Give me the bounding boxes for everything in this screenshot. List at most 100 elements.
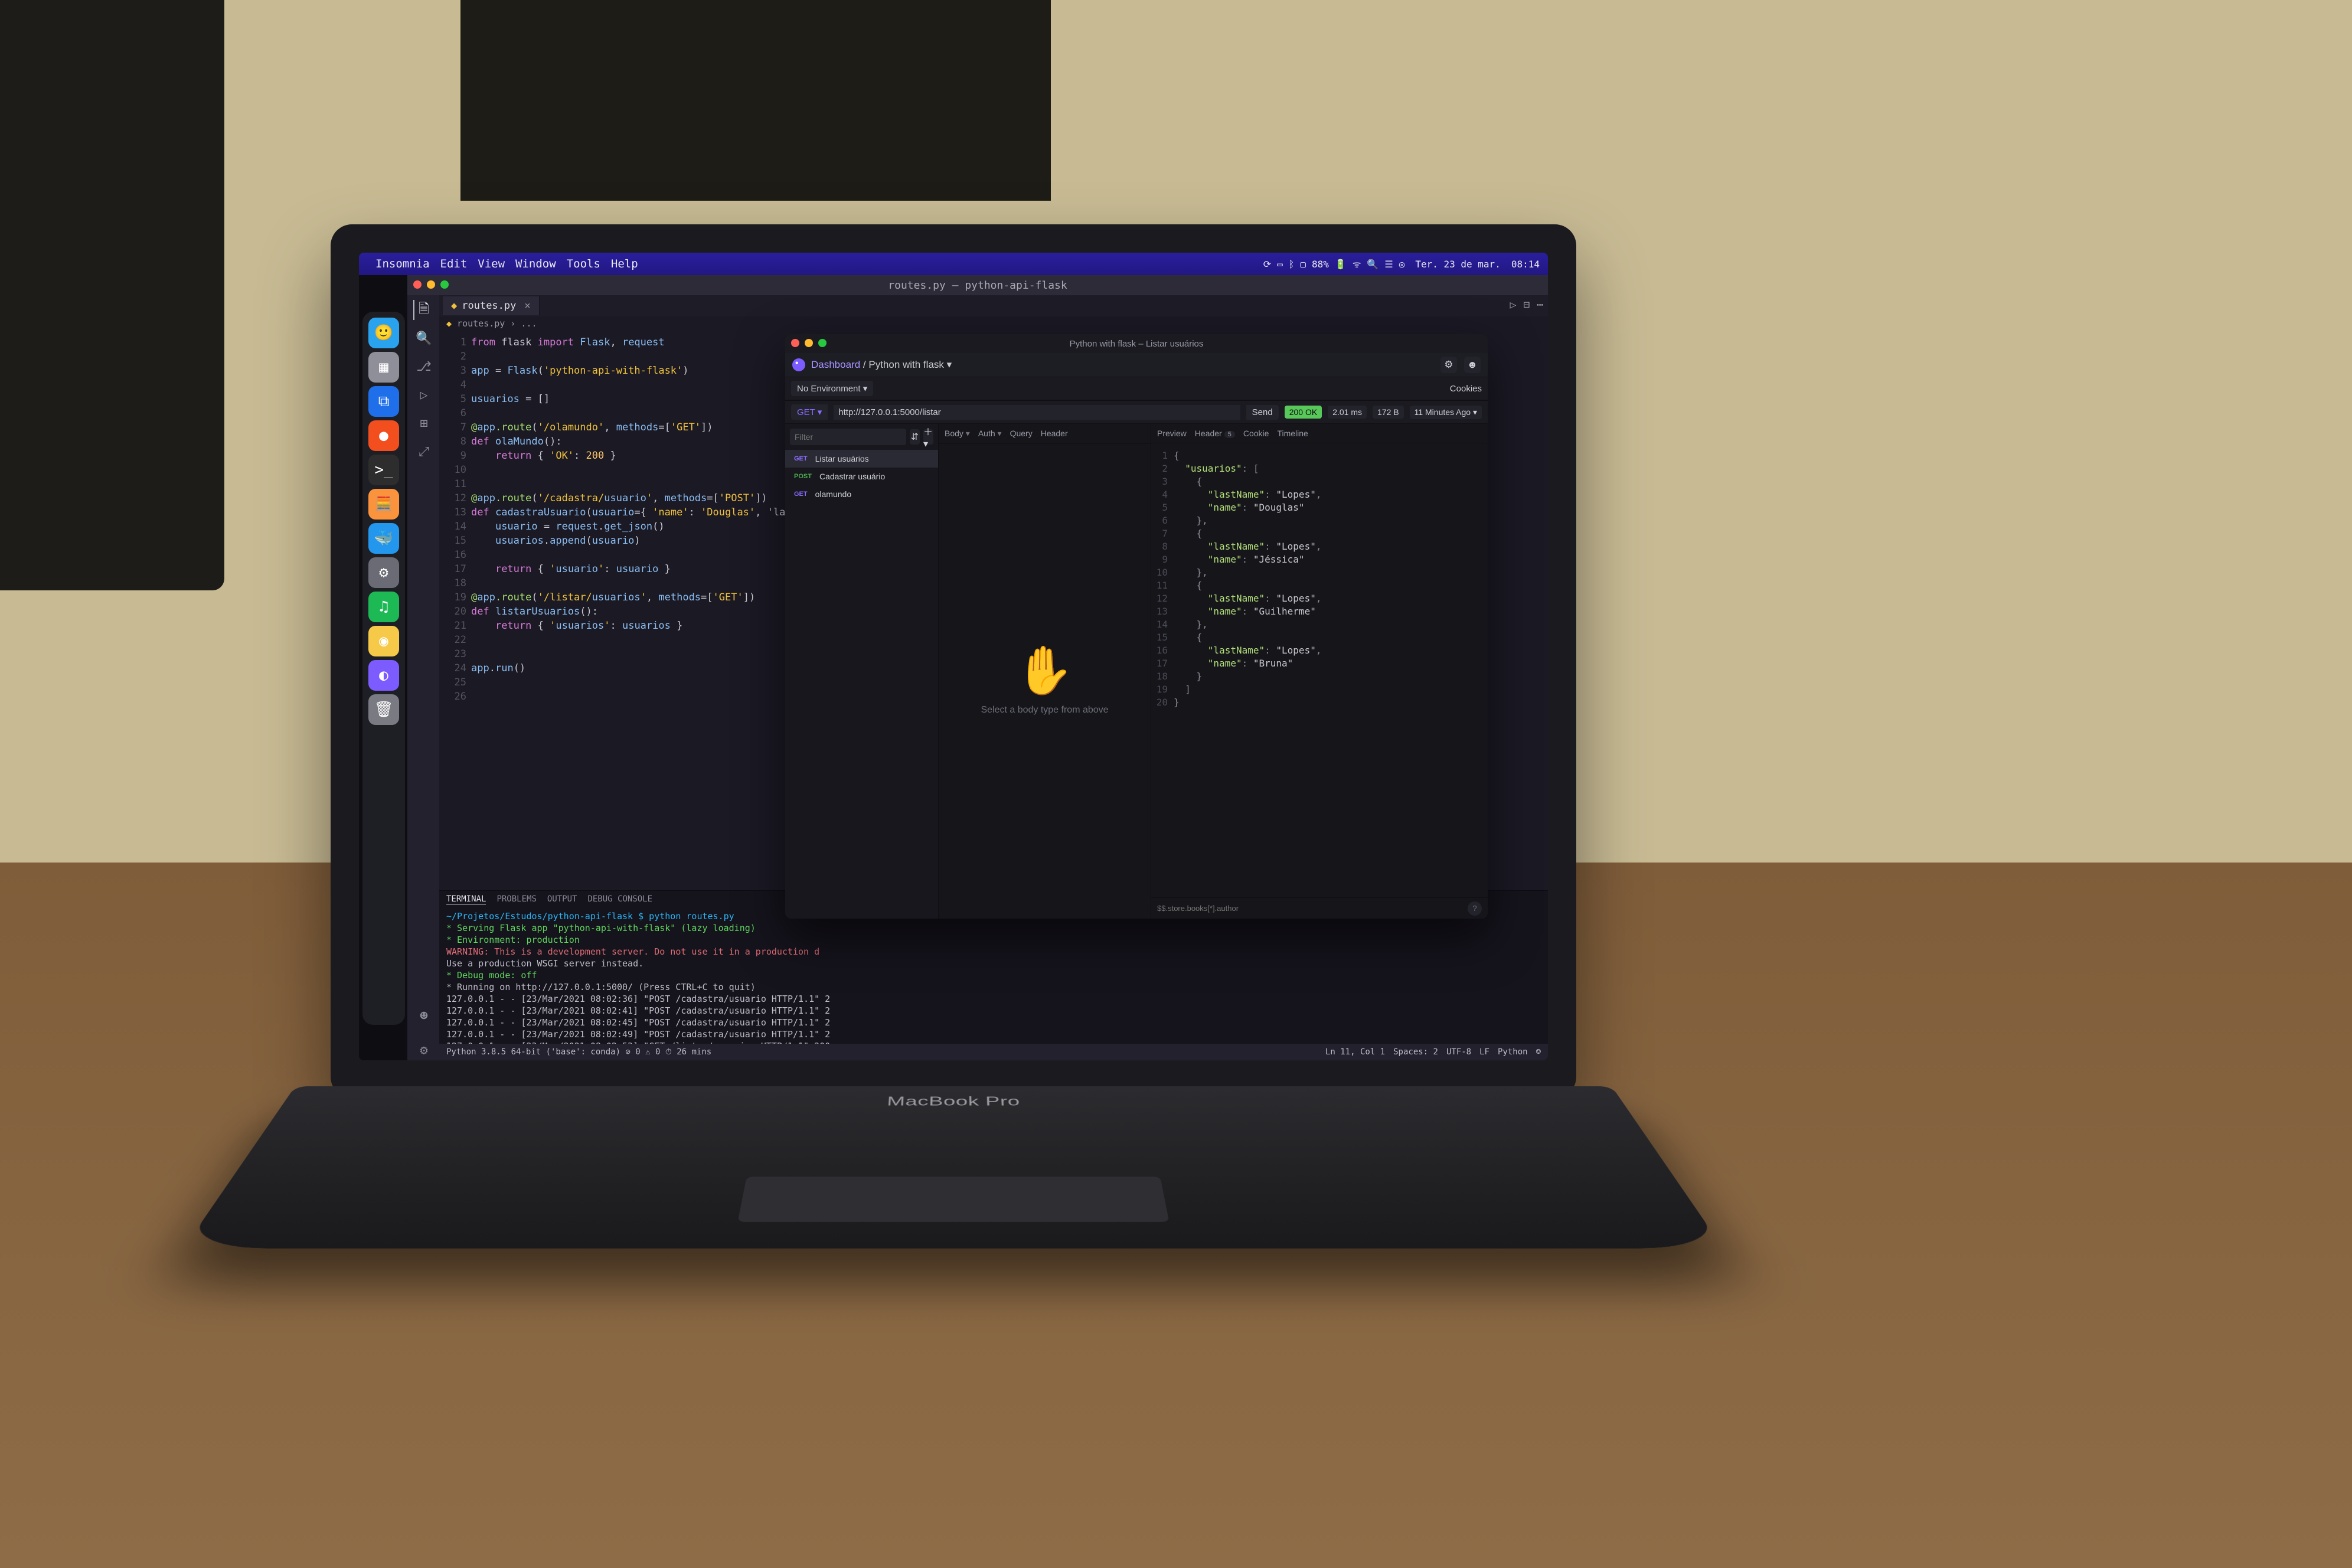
bluetooth-icon[interactable]: ᛒ xyxy=(1289,259,1295,270)
insomnia-titlebar[interactable]: Python with flask – Listar usuários xyxy=(785,334,1488,353)
status-encoding[interactable]: UTF-8 xyxy=(1446,1047,1471,1057)
tab-problems[interactable]: PROBLEMS xyxy=(496,894,536,904)
more-actions-icon[interactable]: ⋯ xyxy=(1537,299,1543,311)
menu-view[interactable]: View xyxy=(478,257,505,270)
history-dropdown[interactable]: 11 Minutes Ago ▾ xyxy=(1410,406,1482,419)
tab-timeline[interactable]: Timeline xyxy=(1277,429,1308,438)
request-item[interactable]: POSTCadastrar usuário xyxy=(785,468,938,485)
tab-output[interactable]: OUTPUT xyxy=(547,894,577,904)
run-debug-icon[interactable]: ▷ xyxy=(413,385,433,405)
request-sidebar: ⇵ ＋▾ GETListar usuáriosPOSTCadastrar usu… xyxy=(785,424,939,919)
tab-query[interactable]: Query xyxy=(1010,429,1033,439)
response-body[interactable]: 1{2 "usuarios": [3 {4 "lastName": "Lopes… xyxy=(1151,443,1488,897)
zoom-icon[interactable] xyxy=(440,280,449,289)
settings-gear-icon[interactable]: ⚙ xyxy=(413,1040,433,1060)
request-item[interactable]: GETListar usuários xyxy=(785,450,938,468)
status-left[interactable]: Python 3.8.5 64-bit ('base': conda) ⊘ 0 … xyxy=(446,1047,711,1057)
status-indent[interactable]: Spaces: 2 xyxy=(1393,1047,1438,1057)
menu-tools[interactable]: Tools xyxy=(567,257,600,270)
terminal[interactable]: ~/Projetos/Estudos/python-api-flask $ py… xyxy=(439,908,1548,1044)
menu-help[interactable]: Help xyxy=(611,257,638,270)
dock-app-launchpad[interactable]: ▦ xyxy=(368,352,399,383)
account-icon[interactable]: ☻ xyxy=(413,1006,433,1026)
send-button[interactable]: Send xyxy=(1246,405,1279,420)
extensions-icon[interactable]: ⊞ xyxy=(413,413,433,433)
request-list: GETListar usuáriosPOSTCadastrar usuárioG… xyxy=(785,450,938,503)
vscode-titlebar[interactable]: routes.py — python-api-flask xyxy=(407,275,1548,295)
menubar-time[interactable]: 08:14 xyxy=(1511,259,1540,270)
tab-debug-console[interactable]: DEBUG CONSOLE xyxy=(587,894,652,904)
dashboard-link[interactable]: Dashboard xyxy=(811,359,860,370)
split-editor-icon[interactable]: ⊟ xyxy=(1523,299,1530,311)
status-language[interactable]: Python xyxy=(1498,1047,1528,1057)
insomnia-header: Dashboard / Python with flask ▾ ⚙ ☻ xyxy=(785,353,1488,377)
request-item[interactable]: GETolamundo xyxy=(785,485,938,503)
wifi-icon[interactable]: ᯤ xyxy=(1353,257,1361,270)
run-icon[interactable]: ▷ xyxy=(1510,299,1516,311)
cookies-button[interactable]: Cookies xyxy=(1450,384,1482,394)
tab-auth[interactable]: Auth xyxy=(978,429,1002,439)
menu-window[interactable]: Window xyxy=(515,257,556,270)
dock-app-terminal[interactable]: >_ xyxy=(368,455,399,485)
status-cursor[interactable]: Ln 11, Col 1 xyxy=(1325,1047,1385,1057)
sort-icon[interactable]: ⇵ xyxy=(910,429,920,445)
minimize-icon[interactable] xyxy=(427,280,435,289)
account-icon[interactable]: ☻ xyxy=(1464,357,1481,373)
settings-gear-icon[interactable]: ⚙ xyxy=(1440,357,1457,373)
jsonpath-input[interactable] xyxy=(1161,904,1463,913)
dock-app-calculator[interactable]: 🧮 xyxy=(368,489,399,520)
dock-app-finder[interactable]: 🙂 xyxy=(368,318,399,348)
tab-cookie[interactable]: Cookie xyxy=(1243,429,1269,438)
dock-app-chrome[interactable]: ◉ xyxy=(368,626,399,656)
control-center-icon[interactable]: ☰ xyxy=(1384,259,1393,270)
dock-app-figma[interactable]: ● xyxy=(368,420,399,451)
tab-terminal[interactable]: TERMINAL xyxy=(446,894,486,904)
zoom-icon[interactable] xyxy=(818,339,827,347)
tab-header[interactable]: Header xyxy=(1041,429,1068,439)
display-icon[interactable]: ▭ xyxy=(1277,259,1283,270)
close-icon[interactable] xyxy=(413,280,422,289)
tab-routes-py[interactable]: ◆ routes.py × xyxy=(443,296,540,315)
explorer-icon[interactable]: 🗎 xyxy=(413,300,433,320)
dock-app-spotify[interactable]: ♫ xyxy=(368,592,399,622)
tab-resp-header[interactable]: Header5 xyxy=(1195,429,1235,438)
dock-app-docker[interactable]: 🐳 xyxy=(368,523,399,554)
window-controls xyxy=(413,280,449,289)
tab-body[interactable]: Body xyxy=(945,429,970,439)
project-name[interactable]: Python with flask xyxy=(868,359,944,370)
macos-menubar[interactable]: Insomnia Edit View Window Tools Help ⟳ ▭… xyxy=(359,253,1548,275)
dock-app-trash[interactable]: 🗑 xyxy=(368,694,399,725)
battery-icon[interactable]: 🔋 xyxy=(1335,259,1347,270)
menubar-date[interactable]: Ter. 23 de mar. xyxy=(1415,259,1501,270)
editor-actions: ▷ ⊟ ⋯ xyxy=(1510,299,1543,311)
close-icon[interactable] xyxy=(791,339,799,347)
search-icon[interactable]: 🔍 xyxy=(1367,259,1378,270)
status-eol[interactable]: LF xyxy=(1479,1047,1489,1057)
source-control-icon[interactable]: ⎇ xyxy=(413,357,433,377)
window-controls xyxy=(791,339,827,347)
tab-close-icon[interactable]: × xyxy=(524,300,530,312)
airplay-icon[interactable]: ▢ xyxy=(1300,259,1306,270)
status-bar[interactable]: Python 3.8.5 64-bit ('base': conda) ⊘ 0 … xyxy=(439,1044,1548,1060)
insomnia-logo-icon[interactable] xyxy=(792,358,805,371)
tab-preview[interactable]: Preview xyxy=(1157,429,1187,438)
siri-icon[interactable]: ◎ xyxy=(1399,259,1405,270)
remote-icon[interactable]: ⤢ xyxy=(413,442,433,462)
chevron-down-icon[interactable]: ▾ xyxy=(947,359,952,370)
url-input[interactable]: http://127.0.0.1:5000/listar xyxy=(834,405,1240,420)
method-selector[interactable]: GET ▾ xyxy=(791,404,828,420)
menubar-app-name[interactable]: Insomnia xyxy=(375,257,430,270)
dock-app-vscode[interactable]: ⧉ xyxy=(368,386,399,417)
search-panel-icon[interactable]: 🔍 xyxy=(413,328,433,348)
filter-input[interactable] xyxy=(790,429,906,445)
breadcrumb[interactable]: ◆ routes.py › ... xyxy=(439,316,1548,332)
add-request-icon[interactable]: ＋▾ xyxy=(923,429,933,445)
minimize-icon[interactable] xyxy=(805,339,813,347)
dock-app-insomnia[interactable]: ◐ xyxy=(368,660,399,691)
dock-app-settings[interactable]: ⚙ xyxy=(368,557,399,588)
environment-selector[interactable]: No Environment ▾ xyxy=(791,381,873,396)
help-icon[interactable]: ? xyxy=(1468,901,1482,916)
menu-edit[interactable]: Edit xyxy=(440,257,468,270)
sync-icon[interactable]: ⟳ xyxy=(1263,259,1271,270)
status-feedback-icon[interactable]: ☺ xyxy=(1536,1047,1541,1057)
